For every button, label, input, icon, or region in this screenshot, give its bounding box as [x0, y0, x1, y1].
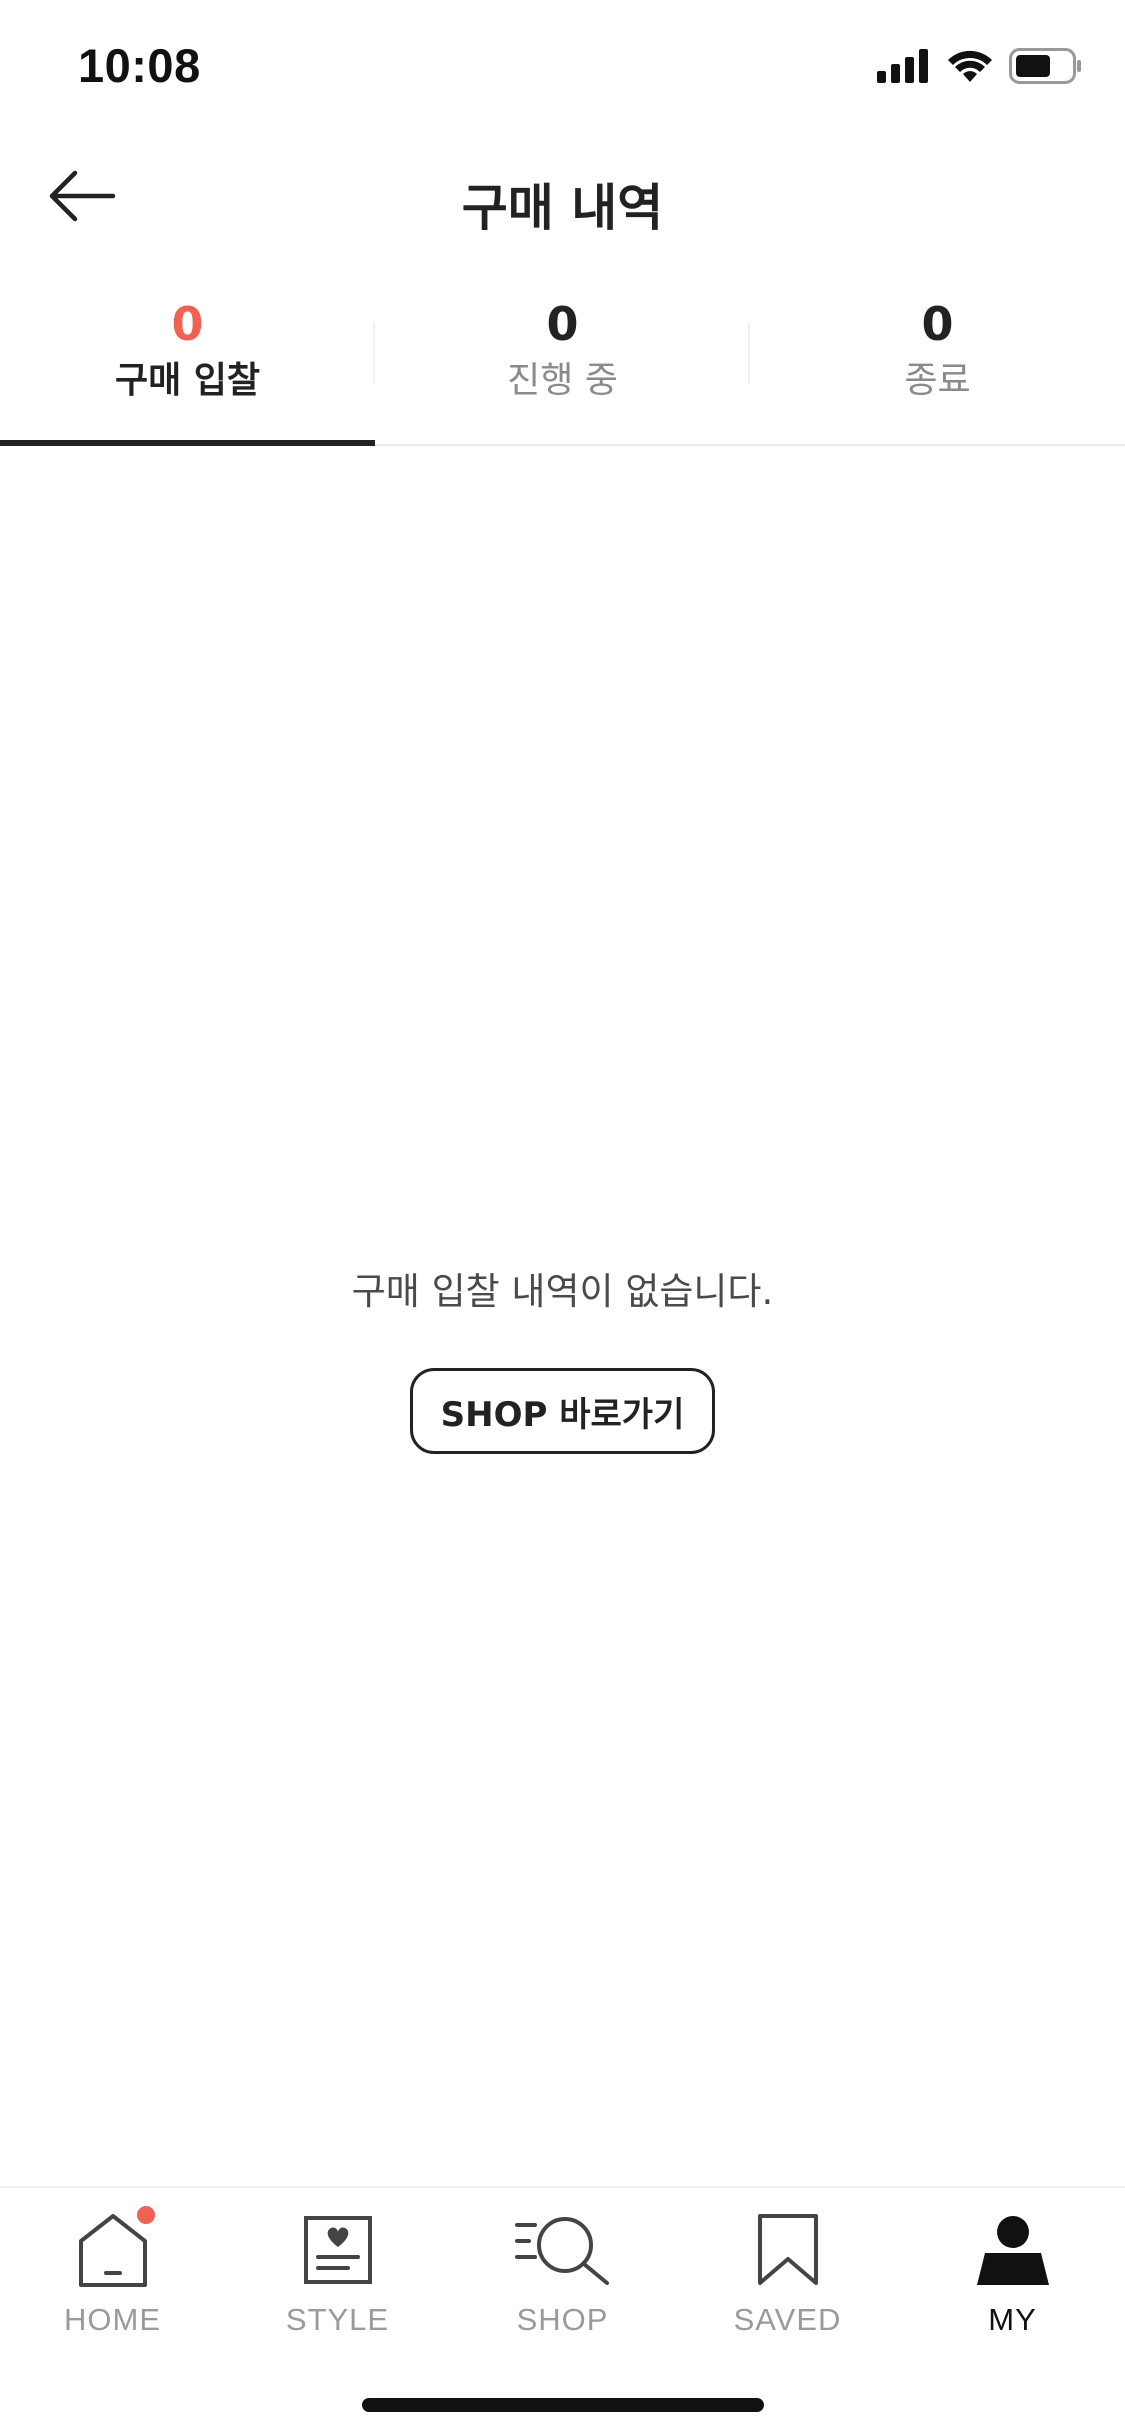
nav-item-home[interactable]: HOME [0, 2188, 225, 2358]
notification-badge [136, 2206, 155, 2224]
tab-label: 종료 [904, 360, 971, 401]
active-tab-indicator [0, 440, 375, 446]
empty-state-message: 구매 입찰 내역이 없습니다. [351, 1270, 774, 1313]
nav-label: SHOP [516, 2302, 609, 2337]
nav-item-saved[interactable]: SAVED [675, 2188, 900, 2358]
tab-label: 구매 입찰 [114, 360, 260, 401]
home-indicator [362, 2398, 764, 2412]
status-bar: 10:08 [0, 0, 1125, 132]
tab-count: 0 [546, 297, 579, 351]
nav-label: STYLE [285, 2302, 390, 2337]
status-tabs: 0 구매 입찰 0 진행 중 0 종료 [0, 282, 1125, 446]
battery-icon [1009, 48, 1083, 88]
empty-state: 구매 입찰 내역이 없습니다. SHOP 바로가기 [0, 1264, 1125, 1454]
tab-label: 진행 중 [507, 360, 618, 401]
cellular-signal-icon [877, 49, 931, 87]
tab-count: 0 [171, 297, 204, 351]
nav-label: SAVED [733, 2302, 842, 2337]
style-icon [288, 2210, 388, 2290]
nav-item-my[interactable]: MY [900, 2188, 1125, 2358]
nav-label: HOME [64, 2302, 161, 2337]
profile-icon [963, 2210, 1063, 2290]
home-icon [63, 2206, 163, 2290]
status-icons [877, 46, 1083, 90]
page-title: 구매 내역 [461, 179, 664, 237]
wifi-icon [947, 49, 993, 87]
nav-item-shop[interactable]: SHOP [450, 2188, 675, 2358]
tab-count: 0 [921, 297, 954, 351]
shop-search-icon [513, 2210, 613, 2290]
status-time: 10:08 [78, 39, 201, 92]
tab-purchase-bid[interactable]: 0 구매 입찰 [0, 282, 375, 446]
bookmark-icon [738, 2210, 838, 2290]
tab-completed[interactable]: 0 종료 [750, 282, 1125, 444]
nav-item-style[interactable]: STYLE [225, 2188, 450, 2358]
tab-in-progress[interactable]: 0 진행 중 [375, 282, 750, 444]
nav-label: MY [988, 2302, 1037, 2337]
header: 구매 내역 [0, 132, 1125, 262]
go-to-shop-button[interactable]: SHOP 바로가기 [409, 1368, 716, 1454]
